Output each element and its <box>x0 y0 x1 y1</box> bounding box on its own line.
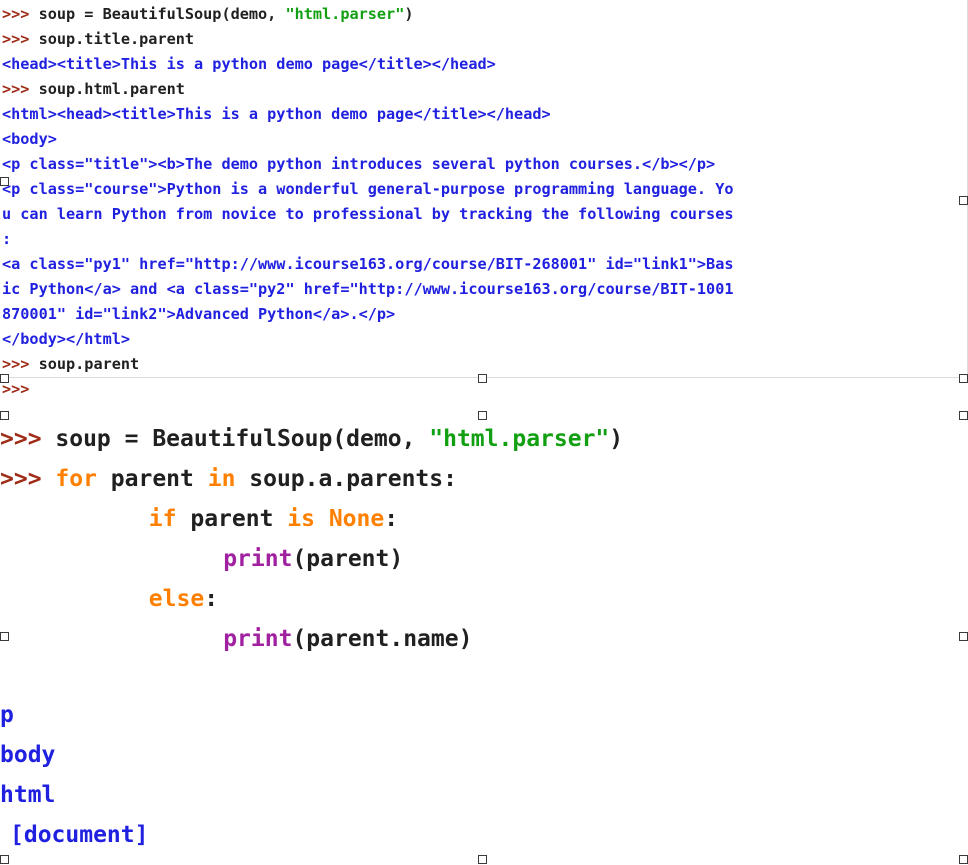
output-line: p <box>0 702 14 728</box>
code-token-html: : <box>2 230 12 248</box>
code-token-keyword: in <box>207 466 250 492</box>
code-token-html: ic Python</a> and <a class="py2" href="h… <box>2 280 734 298</box>
code-token-prompt: >>> <box>2 5 39 23</box>
code-token-keyword: else <box>148 586 205 612</box>
code-snippet-lines: >>> soup = BeautifulSoup(demo, "html.par… <box>0 415 968 659</box>
code-line: else: <box>0 579 968 619</box>
selection-handle[interactable] <box>959 374 968 383</box>
code-token-html: <html><head><title>This is a python demo… <box>2 105 551 123</box>
code-line: <head><title>This is a python demo page<… <box>2 52 967 77</box>
code-token-plain: parent <box>190 506 288 532</box>
code-token-plain: ) <box>609 426 624 452</box>
code-line: print(parent.name) <box>0 619 968 659</box>
selection-handle[interactable] <box>0 411 9 420</box>
code-line: >>> for parent in soup.a.parents: <box>0 459 968 499</box>
code-token-html: <a class="py1" href="http://www.icourse1… <box>2 255 734 273</box>
code-token-keyword: for <box>55 466 111 492</box>
code-snippet-panel[interactable]: >>> soup = BeautifulSoup(demo, "html.par… <box>0 415 968 652</box>
code-token-plain: (parent.name) <box>292 626 473 652</box>
console-transcript-panel[interactable]: >>> soup = BeautifulSoup(demo, "html.par… <box>0 0 968 398</box>
code-line: >>> soup.title.parent <box>2 27 967 52</box>
code-token-function: print <box>223 546 293 572</box>
code-token-html: 870001" id="link2">Advanced Python</a>.<… <box>2 305 396 323</box>
code-line: </body></html> <box>2 327 967 352</box>
code-token-keyword: if <box>148 506 191 532</box>
code-token-function: print <box>223 626 293 652</box>
code-line: <body> <box>2 127 967 152</box>
code-line: u can learn Python from novice to profes… <box>2 202 967 227</box>
code-token-html: <p class="title"><b>The demo python intr… <box>2 155 716 173</box>
code-line: <p class="title"><b>The demo python intr… <box>2 152 967 177</box>
code-token-plain: soup = BeautifulSoup(demo, <box>55 426 430 452</box>
code-line: <a class="py1" href="http://www.icourse1… <box>2 252 967 277</box>
code-line: print(parent) <box>0 539 968 579</box>
code-token-prompt: >>> <box>0 426 56 452</box>
code-line: >>> soup.html.parent <box>2 77 967 102</box>
output-line: body <box>0 742 56 768</box>
code-token-plain: parent <box>110 466 208 492</box>
code-token-prompt: >>> <box>2 80 39 98</box>
selection-handle[interactable] <box>478 855 487 864</box>
selection-handle[interactable] <box>0 374 9 383</box>
console-transcript-lines: >>> soup = BeautifulSoup(demo, "html.par… <box>0 0 967 402</box>
code-token-string: "html.parser" <box>429 426 610 452</box>
code-line: : <box>2 227 967 252</box>
code-line: >>> soup = BeautifulSoup(demo, "html.par… <box>2 2 967 27</box>
code-token-html: <head><title>This is a python demo page<… <box>2 55 496 73</box>
selection-handle[interactable] <box>0 177 9 186</box>
code-token-plain: (parent) <box>292 546 404 572</box>
code-token-keyword: is None <box>287 506 385 532</box>
code-line: ic Python</a> and <a class="py2" href="h… <box>2 277 967 302</box>
code-token-plain: soup.parent <box>38 355 140 373</box>
code-token-html: <p class="course">Python is a wonderful … <box>2 180 734 198</box>
code-token-prompt: >>> <box>2 355 39 373</box>
code-token-plain: soup = BeautifulSoup(demo, <box>38 5 286 23</box>
code-token-html: u can learn Python from novice to profes… <box>2 205 734 223</box>
code-token-prompt: >>> <box>0 466 56 492</box>
code-token-prompt: >>> <box>2 30 39 48</box>
selection-handle[interactable] <box>959 632 968 641</box>
selection-handle[interactable] <box>478 411 487 420</box>
selection-handle[interactable] <box>0 855 9 864</box>
code-token-html: </body></html> <box>2 330 131 348</box>
output-line: html <box>0 782 56 808</box>
selection-handle[interactable] <box>959 411 968 420</box>
selection-handle[interactable] <box>478 374 487 383</box>
code-token-plain: : <box>204 586 219 612</box>
code-token-plain: soup.html.parent <box>38 80 185 98</box>
program-output-panel[interactable]: p body html [document] <box>0 695 968 865</box>
code-token-html: <body> <box>2 130 57 148</box>
program-output-lines: p body html [document] <box>0 695 968 855</box>
selection-handle[interactable] <box>959 855 968 864</box>
code-token-plain: soup.a.parents: <box>249 466 457 492</box>
code-line: 870001" id="link2">Advanced Python</a>.<… <box>2 302 967 327</box>
code-token-string: "html.parser" <box>285 5 405 23</box>
code-line: <html><head><title>This is a python demo… <box>2 102 967 127</box>
code-line: >>> soup = BeautifulSoup(demo, "html.par… <box>0 419 968 459</box>
code-token-plain: ) <box>404 5 414 23</box>
code-line: if parent is None: <box>0 499 968 539</box>
output-line: [document] <box>10 822 149 848</box>
code-line: <p class="course">Python is a wonderful … <box>2 177 967 202</box>
code-token-plain: soup.title.parent <box>38 30 195 48</box>
code-token-plain: : <box>384 506 399 532</box>
selection-handle[interactable] <box>0 632 9 641</box>
selection-handle[interactable] <box>959 196 968 205</box>
